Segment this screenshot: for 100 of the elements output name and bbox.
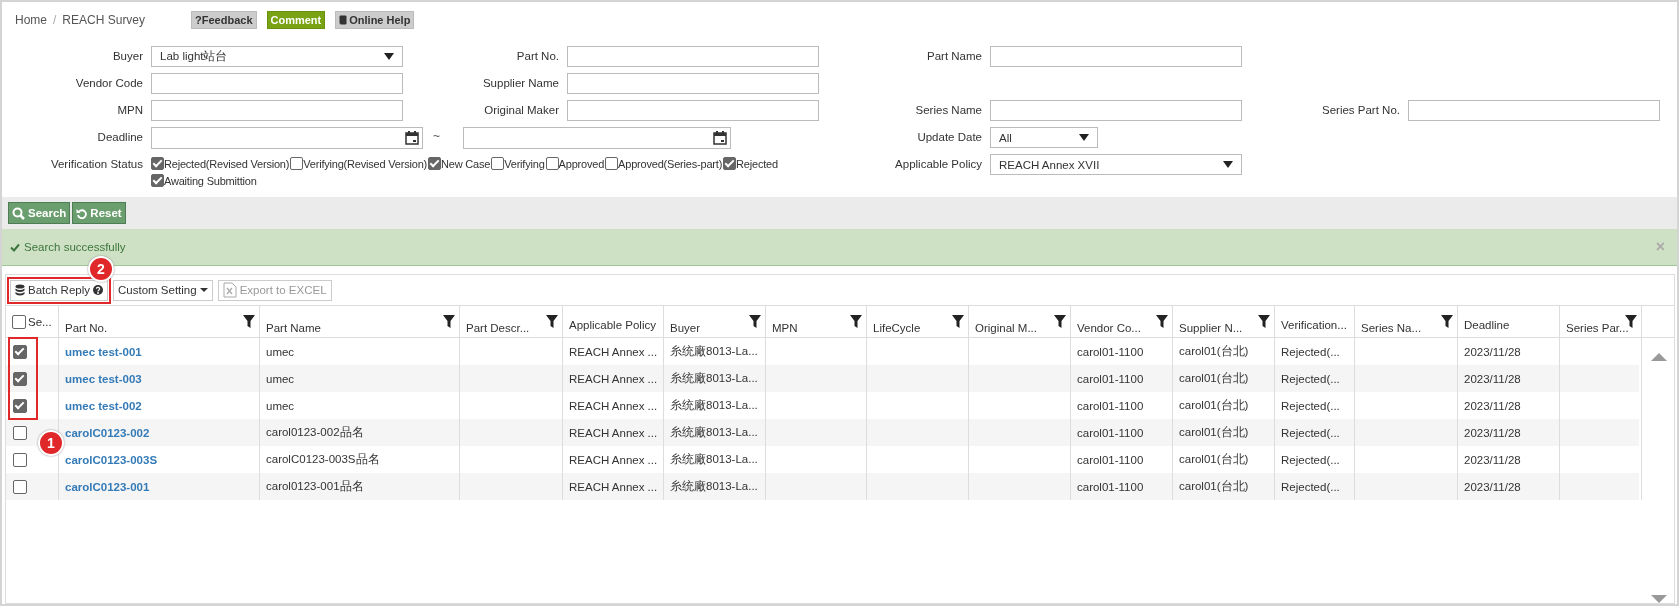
text-field[interactable] <box>567 46 819 67</box>
text-field[interactable] <box>567 73 819 94</box>
batch-reply-button[interactable]: Batch Reply <box>10 279 108 301</box>
column-header[interactable]: Supplier N... <box>1179 321 1243 334</box>
table-cell: carol01(台北) <box>1179 452 1249 467</box>
scroll-up-icon[interactable] <box>1651 353 1667 361</box>
column-header[interactable]: Part Name <box>266 321 321 334</box>
row-checkbox[interactable] <box>13 425 27 440</box>
filter-icon[interactable] <box>243 315 255 328</box>
select-all-checkbox[interactable] <box>12 314 26 329</box>
filter-icon[interactable] <box>1054 315 1066 328</box>
table-cell: carol01-1100 <box>1077 480 1144 493</box>
column-header[interactable]: Deadline <box>1464 319 1510 331</box>
help-icon <box>93 285 103 295</box>
table-cell: 2023/11/28 <box>1464 480 1521 493</box>
table-cell: 糸统廠8013-La... <box>670 452 758 467</box>
checkbox-label: Rejected <box>736 157 778 170</box>
column-header[interactable]: Part No. <box>65 321 108 334</box>
text-field[interactable] <box>151 100 403 121</box>
breadcrumb-link[interactable]: REACH Survey <box>62 13 146 27</box>
book-icon <box>339 15 349 25</box>
text-field[interactable] <box>1408 100 1660 121</box>
range-separator: ~ <box>432 128 441 143</box>
scroll-down-icon[interactable] <box>1651 595 1667 603</box>
field-label: Applicable Policy <box>894 157 983 170</box>
field-label: Series Part No. <box>1321 103 1401 116</box>
calendar-icon[interactable] <box>405 131 419 145</box>
table-cell: carol01-1100 <box>1077 345 1144 358</box>
part-link[interactable]: umec test-002 <box>65 399 142 412</box>
column-header[interactable]: Applicable Policy <box>569 319 656 331</box>
checkbox[interactable] <box>491 157 505 170</box>
select-field[interactable]: All <box>990 127 1098 148</box>
table-cell: umec <box>266 345 295 358</box>
breadcrumb-link[interactable]: Home <box>15 13 47 27</box>
custom-setting-dropdown[interactable]: Custom Setting <box>113 279 213 301</box>
checkbox[interactable] <box>605 157 619 170</box>
text-field[interactable] <box>151 73 403 94</box>
part-link[interactable]: carolC0123-003S <box>65 453 158 466</box>
row-checkbox[interactable] <box>13 452 27 467</box>
table-cell: REACH Annex ... <box>569 399 658 412</box>
filter-icon[interactable] <box>546 315 558 328</box>
date-field[interactable] <box>151 127 423 149</box>
date-field[interactable] <box>463 127 731 149</box>
table-cell: carolC0123-003S品名 <box>266 452 380 467</box>
part-link[interactable]: umec test-001 <box>65 345 142 358</box>
checkbox[interactable] <box>545 157 559 170</box>
table-cell: carol0123-002品名 <box>266 425 364 440</box>
checkbox[interactable] <box>723 157 737 170</box>
table-cell: 糸统廠8013-La... <box>670 371 758 386</box>
part-link[interactable]: carolC0123-002 <box>65 426 150 439</box>
step-badge: 1 <box>38 430 64 456</box>
text-field[interactable] <box>990 100 1242 121</box>
calendar-icon[interactable] <box>713 131 727 145</box>
column-header[interactable]: Verification... <box>1281 319 1347 331</box>
search-icon <box>12 206 25 220</box>
help-button[interactable]: Online Help <box>335 11 415 29</box>
column-header[interactable]: Series Na... <box>1361 321 1422 334</box>
table-cell: carol01(台北) <box>1179 479 1249 494</box>
column-header[interactable]: Buyer <box>670 321 701 334</box>
table-cell: REACH Annex ... <box>569 480 658 493</box>
feedback-button[interactable]: ?Feedback <box>191 11 257 29</box>
column-header[interactable]: Part Descr... <box>466 321 530 334</box>
column-header[interactable]: Vendor Co... <box>1077 321 1141 334</box>
checkbox[interactable] <box>428 157 442 170</box>
filter-icon[interactable] <box>1156 315 1168 328</box>
filter-icon[interactable] <box>952 315 964 328</box>
text-field[interactable] <box>567 100 819 121</box>
part-link[interactable]: umec test-003 <box>65 372 142 385</box>
checkbox-label: Approved(Series-part) <box>618 157 723 170</box>
row-checkbox[interactable] <box>13 371 27 386</box>
column-header[interactable]: LifeCycle <box>873 321 921 334</box>
filter-icon[interactable] <box>1258 315 1270 328</box>
column-header[interactable]: Series Par... <box>1566 321 1629 334</box>
row-checkbox[interactable] <box>13 398 27 413</box>
table-cell: umec <box>266 372 295 385</box>
column-header[interactable]: Se... <box>28 315 52 328</box>
table-cell: 2023/11/28 <box>1464 426 1521 439</box>
checkbox[interactable] <box>290 157 304 170</box>
table-cell: REACH Annex ... <box>569 453 658 466</box>
filter-icon[interactable] <box>1441 315 1453 328</box>
table-cell: 糸统廠8013-La... <box>670 344 758 359</box>
database-icon <box>15 284 25 296</box>
field-label: Buyer <box>111 49 144 62</box>
filter-icon[interactable] <box>443 315 455 328</box>
select-field[interactable]: REACH Annex XVII <box>990 154 1242 175</box>
column-header[interactable]: Original M... <box>975 321 1037 334</box>
field-label: MPN <box>116 103 144 116</box>
field-label: Update Date <box>916 130 983 143</box>
column-header[interactable]: MPN <box>772 321 798 334</box>
part-link[interactable]: carolC0123-001 <box>65 480 150 493</box>
checkbox[interactable] <box>151 157 164 170</box>
row-checkbox[interactable] <box>13 479 27 494</box>
filter-icon[interactable] <box>850 315 862 328</box>
filter-icon[interactable] <box>749 315 761 328</box>
checkbox[interactable] <box>151 174 164 187</box>
select-field[interactable]: Lab light站台 <box>151 46 403 67</box>
row-checkbox[interactable] <box>13 344 27 359</box>
text-field[interactable] <box>990 46 1242 67</box>
field-label: Verification Status <box>49 157 144 170</box>
table-cell: Rejected(... <box>1281 399 1340 412</box>
